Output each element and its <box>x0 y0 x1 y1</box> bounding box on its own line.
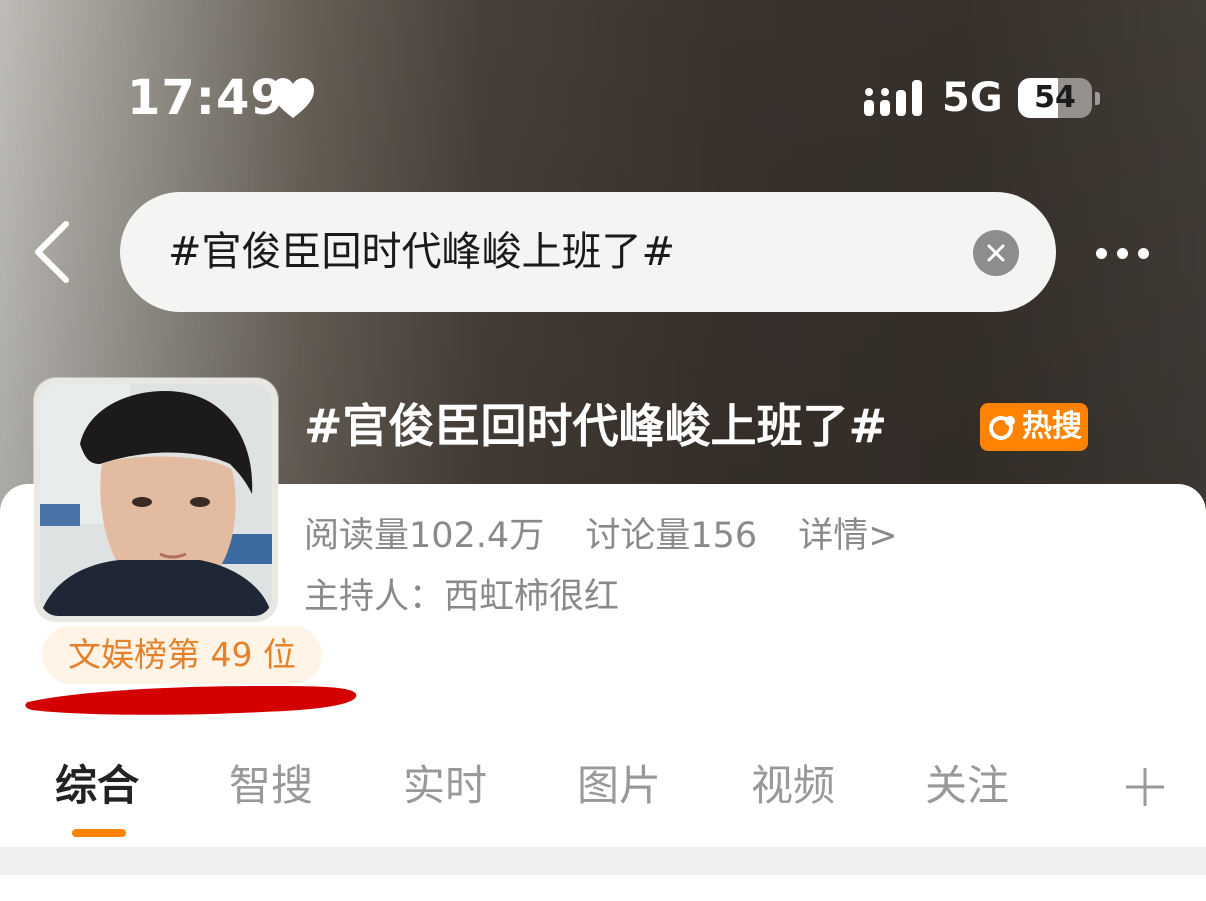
tab-bar: 综合 智搜 实时 图片 视频 关注 <box>0 740 1206 840</box>
signal-icon <box>864 80 922 116</box>
clear-button[interactable] <box>973 230 1019 276</box>
tab-images[interactable]: 图片 <box>577 758 661 814</box>
back-icon[interactable] <box>30 220 74 284</box>
content-area <box>0 875 1206 901</box>
status-time: 17:49 <box>127 70 285 126</box>
avatar-photo <box>40 384 272 616</box>
hot-search-label: 热搜 <box>1022 409 1082 444</box>
more-icon[interactable] <box>1096 244 1159 263</box>
highlight-underline <box>25 686 357 715</box>
tab-smart-search[interactable]: 智搜 <box>229 758 313 814</box>
hot-search-badge[interactable]: 热搜 <box>980 403 1088 451</box>
plus-icon[interactable] <box>1124 766 1166 808</box>
clear-icon <box>987 244 1005 262</box>
network-type: 5G <box>942 75 1003 121</box>
tab-following[interactable]: 关注 <box>925 758 1009 814</box>
search-input[interactable]: #官俊臣回时代峰峻上班了# <box>120 192 1056 312</box>
topic-host[interactable]: 主持人：西虹柿很红 <box>304 574 619 620</box>
battery-percent: 54 <box>1034 80 1076 115</box>
heart-icon <box>272 78 314 118</box>
tab-realtime[interactable]: 实时 <box>403 758 487 814</box>
active-tab-indicator <box>72 829 126 837</box>
hot-search-icon <box>989 416 1015 440</box>
read-count: 阅读量102.4万 <box>304 516 545 556</box>
search-query[interactable]: #官俊臣回时代峰峻上班了# <box>168 192 675 312</box>
tab-videos[interactable]: 视频 <box>751 758 835 814</box>
battery-tip <box>1095 92 1100 105</box>
topic-stats: 阅读量102.4万 讨论量156 详情> <box>304 513 928 559</box>
topic-title: #官俊臣回时代峰峻上班了# <box>304 399 888 453</box>
tab-comprehensive[interactable]: 综合 <box>55 758 139 814</box>
status-bar: 17:49 5G 54 <box>0 70 1206 126</box>
discussion-count: 讨论量156 <box>585 516 758 556</box>
section-divider <box>0 847 1206 875</box>
battery-indicator: 54 <box>1018 78 1092 118</box>
details-link[interactable]: 详情> <box>798 516 897 556</box>
topic-avatar[interactable] <box>34 378 278 622</box>
